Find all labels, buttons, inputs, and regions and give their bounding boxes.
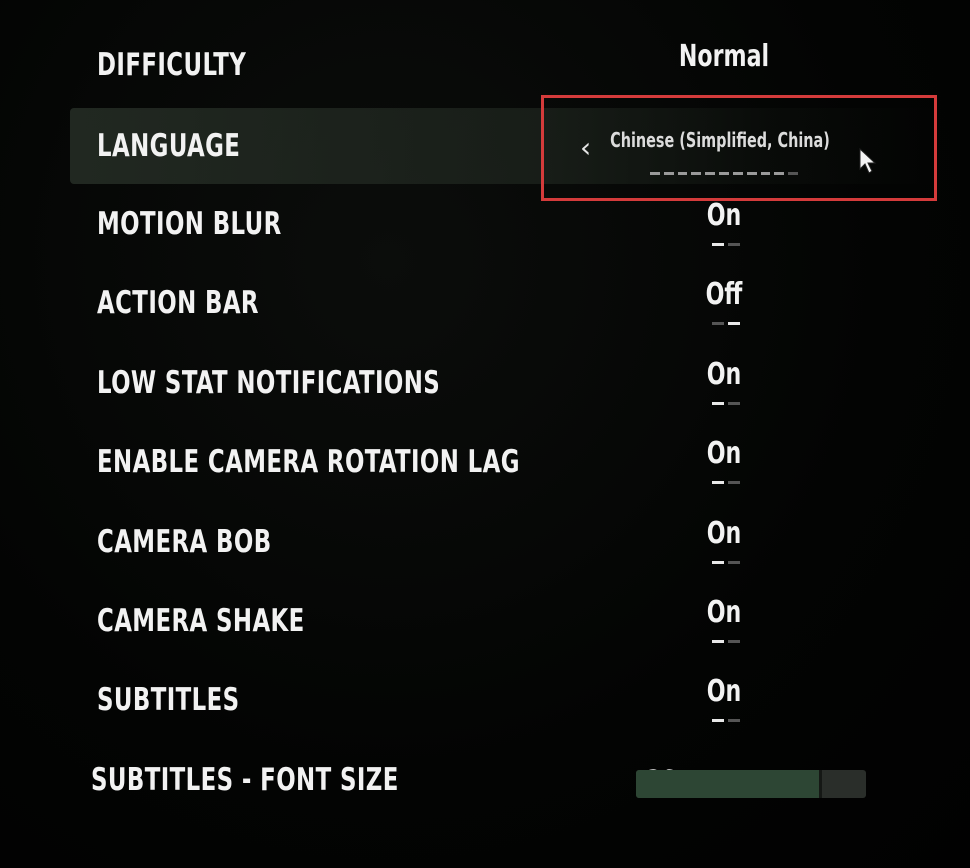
toggle-indicator <box>712 243 740 246</box>
setting-label: SUBTITLES <box>97 682 240 718</box>
setting-value[interactable]: On <box>707 198 742 233</box>
toggle-indicator <box>712 719 740 722</box>
setting-value[interactable]: On <box>707 357 742 392</box>
toggle-indicator <box>712 402 740 405</box>
setting-row-motion-blur[interactable]: MOTION BLUR On <box>70 186 940 262</box>
setting-row-difficulty[interactable]: DIFFICULTY Normal <box>70 27 940 103</box>
setting-label: ENABLE CAMERA ROTATION LAG <box>97 444 520 480</box>
setting-label: MOTION BLUR <box>97 206 282 242</box>
setting-label: SUBTITLES - FONT SIZE <box>91 762 399 798</box>
setting-value[interactable]: On <box>707 595 742 630</box>
toggle-indicator <box>712 640 740 643</box>
toggle-indicator <box>712 481 740 484</box>
font-size-slider[interactable] <box>636 770 866 798</box>
setting-value[interactable]: Off <box>706 277 743 312</box>
setting-label: DIFFICULTY <box>97 47 247 83</box>
setting-row-low-stat-notifications[interactable]: LOW STAT NOTIFICATIONS On <box>70 345 940 421</box>
setting-label: LOW STAT NOTIFICATIONS <box>97 365 441 401</box>
mouse-cursor-icon <box>859 148 877 174</box>
setting-row-action-bar[interactable]: ACTION BAR Off <box>70 265 940 341</box>
setting-row-camera-shake[interactable]: CAMERA SHAKE On <box>70 583 940 659</box>
toggle-indicator <box>712 322 740 325</box>
toggle-indicator <box>712 561 740 564</box>
setting-value[interactable]: On <box>707 674 742 709</box>
setting-label: ACTION BAR <box>97 285 259 321</box>
setting-value[interactable]: On <box>707 516 742 551</box>
setting-label: LANGUAGE <box>97 128 241 164</box>
slider-fill <box>636 770 820 798</box>
setting-row-subtitles[interactable]: SUBTITLES On <box>70 662 940 738</box>
setting-row-camera-bob[interactable]: CAMERA BOB On <box>70 504 940 580</box>
slider-handle[interactable] <box>819 770 822 798</box>
setting-row-camera-rotation-lag[interactable]: ENABLE CAMERA ROTATION LAG On <box>70 424 940 500</box>
setting-value[interactable]: On <box>707 436 742 471</box>
setting-label: CAMERA SHAKE <box>97 603 305 639</box>
setting-label: CAMERA BOB <box>97 524 272 560</box>
settings-screen: DIFFICULTY Normal LANGUAGE ‹ Chinese (Si… <box>0 0 970 868</box>
setting-value[interactable]: Normal <box>679 39 769 74</box>
